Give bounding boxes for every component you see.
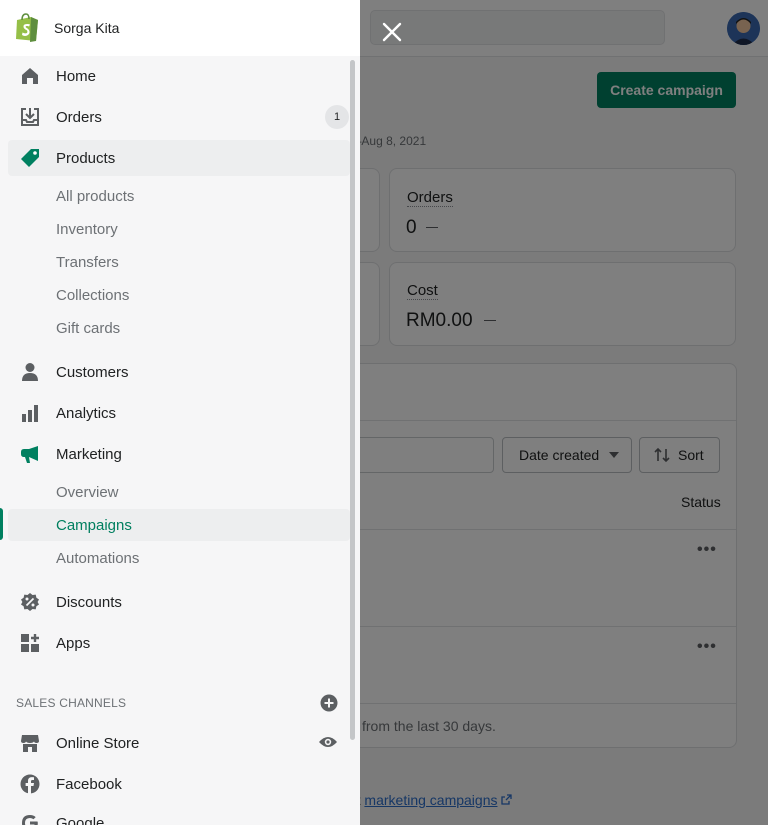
- nav-item-google[interactable]: Google: [8, 805, 350, 825]
- nav-label: Home: [56, 67, 97, 85]
- nav-sublabel: Overview: [56, 484, 119, 501]
- nav-label: Discounts: [56, 593, 122, 611]
- nav-sublabel: Automations: [56, 550, 140, 567]
- nav-subitem-transfers[interactable]: Transfers: [8, 246, 350, 278]
- nav-subitem-inventory[interactable]: Inventory: [8, 213, 350, 245]
- nav-item-products[interactable]: Products: [8, 140, 350, 176]
- nav-label: Google: [56, 814, 105, 825]
- nav-item-marketing[interactable]: Marketing: [8, 436, 350, 472]
- nav-item-analytics[interactable]: Analytics: [8, 395, 350, 431]
- nav-item-home[interactable]: Home: [8, 58, 350, 94]
- nav-sublabel: Inventory: [56, 221, 118, 238]
- close-icon[interactable]: [380, 20, 404, 44]
- google-icon: [22, 815, 38, 825]
- orders-count-badge: 1: [325, 105, 349, 129]
- nav-subitem-automations[interactable]: Automations: [8, 542, 350, 574]
- plus-circle-icon[interactable]: [320, 694, 338, 712]
- drawer-header: Sorga Kita: [0, 0, 360, 56]
- home-icon: [22, 68, 38, 84]
- store-icon: [21, 735, 39, 752]
- eye-icon[interactable]: [318, 734, 338, 750]
- nav-label: Analytics: [56, 404, 117, 422]
- nav-sublabel: Campaigns: [56, 517, 132, 534]
- discount-icon: [21, 593, 39, 611]
- nav-subitem-gift-cards[interactable]: Gift cards: [8, 312, 350, 344]
- nav-item-customers[interactable]: Customers: [8, 354, 350, 390]
- shopify-logo-icon: [16, 13, 38, 42]
- drawer-scrollbar[interactable]: [350, 60, 355, 740]
- nav-label: Products: [56, 149, 116, 167]
- nav-label: Apps: [56, 634, 91, 652]
- nav-subitem-campaigns[interactable]: Campaigns: [8, 509, 350, 541]
- tag-icon: [21, 149, 39, 167]
- facebook-icon: [20, 774, 40, 794]
- nav-item-discounts[interactable]: Discounts: [8, 584, 350, 620]
- sales-channels-heading: SALES CHANNELS: [16, 696, 127, 710]
- shop-name: Sorga Kita: [54, 20, 120, 36]
- nav-subitem-overview[interactable]: Overview: [8, 476, 350, 508]
- bar-chart-icon: [22, 405, 38, 422]
- nav-sublabel: Transfers: [56, 254, 119, 271]
- nav-subitem-all-products[interactable]: All products: [8, 180, 350, 212]
- nav-label: Facebook: [56, 775, 122, 793]
- nav-sublabel: Collections: [56, 287, 130, 304]
- active-indicator: [0, 508, 3, 540]
- nav-item-facebook[interactable]: Facebook: [8, 766, 350, 802]
- person-icon: [22, 363, 38, 381]
- nav-item-online-store[interactable]: Online Store: [8, 725, 350, 761]
- navigation-drawer: Sorga Kita Home Orders 1 Products All pr…: [0, 0, 360, 825]
- nav-item-orders[interactable]: Orders 1: [8, 99, 350, 135]
- orders-icon: [21, 108, 39, 126]
- nav-sublabel: All products: [56, 188, 135, 205]
- nav-label: Customers: [56, 363, 129, 381]
- megaphone-icon: [21, 446, 38, 463]
- nav-label: Marketing: [56, 445, 122, 463]
- nav-item-apps[interactable]: Apps: [8, 625, 350, 661]
- nav-label: Orders: [56, 108, 102, 126]
- nav-label: Online Store: [56, 734, 140, 752]
- apps-icon: [21, 634, 39, 652]
- nav-sublabel: Gift cards: [56, 320, 121, 337]
- nav-subitem-collections[interactable]: Collections: [8, 279, 350, 311]
